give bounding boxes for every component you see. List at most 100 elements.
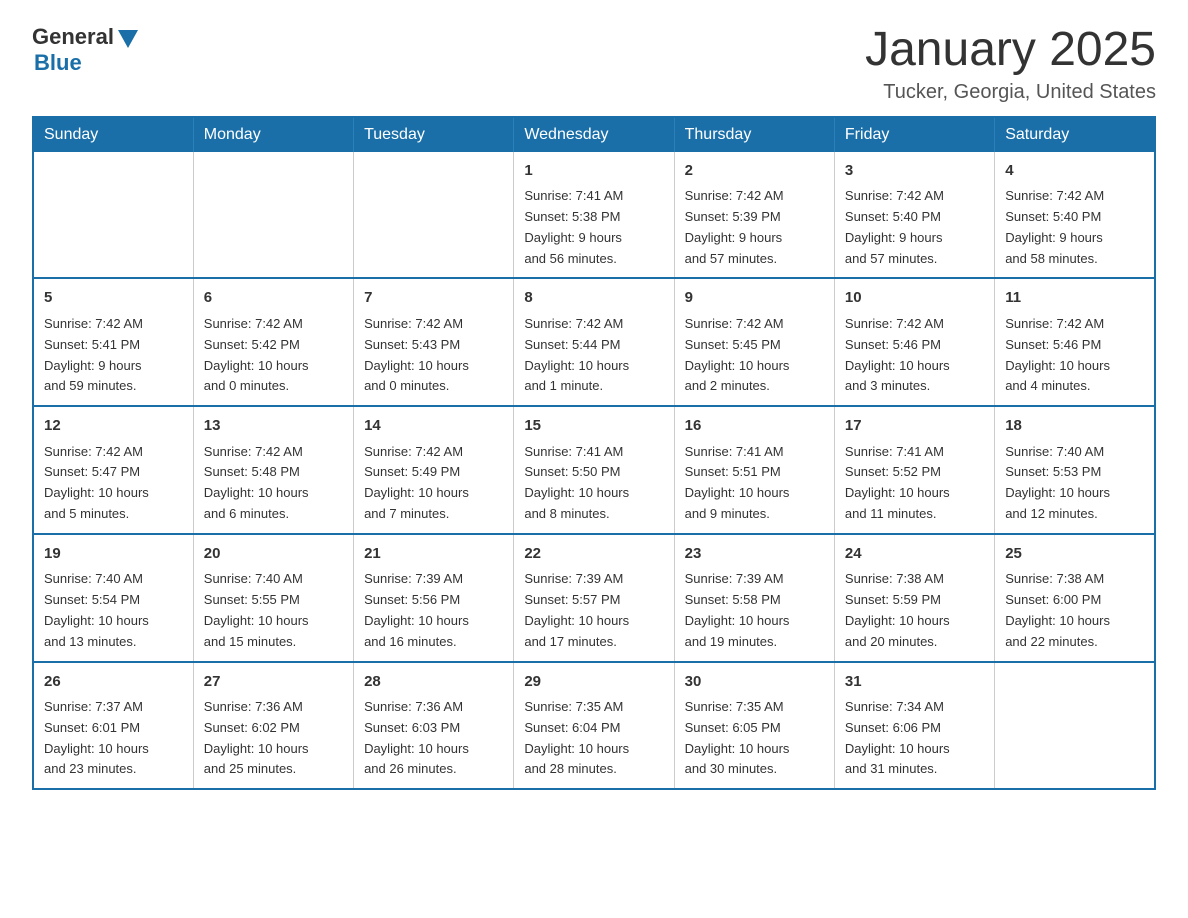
day-number: 9 — [685, 287, 824, 310]
day-info: Sunrise: 7:40 AM Sunset: 5:54 PM Dayligh… — [44, 571, 149, 648]
day-info: Sunrise: 7:42 AM Sunset: 5:46 PM Dayligh… — [845, 316, 950, 393]
day-number: 14 — [364, 415, 503, 438]
calendar-cell: 3 Sunrise: 7:42 AM Sunset: 5:40 PM Daylig… — [834, 152, 994, 279]
calendar-cell: 17Sunrise: 7:41 AM Sunset: 5:52 PM Dayli… — [834, 406, 994, 534]
calendar-cell: 2 Sunrise: 7:42 AM Sunset: 5:39 PM Daylig… — [674, 152, 834, 279]
calendar-cell: 27 Sunrise: 7:36 AM Sunset: 6:02 PM Dayli… — [193, 662, 353, 790]
day-number: 21 — [364, 543, 503, 566]
calendar-cell: 22 Sunrise: 7:39 AM Sunset: 5:57 PM Dayli… — [514, 534, 674, 662]
day-number: 1 — [524, 160, 663, 183]
day-number: 16 — [685, 415, 824, 438]
day-info: Sunrise: 7:38 AM Sunset: 6:00 PM Dayligh… — [1005, 571, 1110, 648]
calendar-week-row: 5 Sunrise: 7:42 AM Sunset: 5:41 PM Daylig… — [33, 278, 1155, 406]
day-number: 12 — [44, 415, 183, 438]
day-info: Sunrise: 7:39 AM Sunset: 5:57 PM Dayligh… — [524, 571, 629, 648]
calendar-cell: 31 Sunrise: 7:34 AM Sunset: 6:06 PM Dayli… — [834, 662, 994, 790]
calendar-cell: 13 Sunrise: 7:42 AM Sunset: 5:48 PM Dayli… — [193, 406, 353, 534]
day-info: Sunrise: 7:42 AM Sunset: 5:49 PM Dayligh… — [364, 444, 469, 521]
day-number: 18 — [1005, 415, 1144, 438]
calendar-week-row: 26Sunrise: 7:37 AM Sunset: 6:01 PM Dayli… — [33, 662, 1155, 790]
day-info: Sunrise: 7:42 AM Sunset: 5:43 PM Dayligh… — [364, 316, 469, 393]
calendar-cell: 28 Sunrise: 7:36 AM Sunset: 6:03 PM Dayli… — [354, 662, 514, 790]
day-info: Sunrise: 7:42 AM Sunset: 5:40 PM Dayligh… — [845, 188, 944, 265]
day-info: Sunrise: 7:42 AM Sunset: 5:44 PM Dayligh… — [524, 316, 629, 393]
day-info: Sunrise: 7:35 AM Sunset: 6:04 PM Dayligh… — [524, 699, 629, 776]
day-info: Sunrise: 7:40 AM Sunset: 5:55 PM Dayligh… — [204, 571, 309, 648]
weekday-header-sunday: Sunday — [33, 117, 193, 152]
day-info: Sunrise: 7:42 AM Sunset: 5:41 PM Dayligh… — [44, 316, 143, 393]
day-number: 23 — [685, 543, 824, 566]
day-number: 27 — [204, 671, 343, 694]
day-number: 25 — [1005, 543, 1144, 566]
logo-triangle-icon — [118, 30, 138, 48]
weekday-header-wednesday: Wednesday — [514, 117, 674, 152]
calendar-cell: 12Sunrise: 7:42 AM Sunset: 5:47 PM Dayli… — [33, 406, 193, 534]
day-number: 24 — [845, 543, 984, 566]
calendar-table: SundayMondayTuesdayWednesdayThursdayFrid… — [32, 116, 1156, 790]
day-number: 3 — [845, 160, 984, 183]
day-number: 22 — [524, 543, 663, 566]
calendar-cell: 30 Sunrise: 7:35 AM Sunset: 6:05 PM Dayli… — [674, 662, 834, 790]
day-info: Sunrise: 7:42 AM Sunset: 5:46 PM Dayligh… — [1005, 316, 1110, 393]
calendar-cell: 14 Sunrise: 7:42 AM Sunset: 5:49 PM Dayli… — [354, 406, 514, 534]
calendar-cell: 5 Sunrise: 7:42 AM Sunset: 5:41 PM Daylig… — [33, 278, 193, 406]
calendar-cell: 10Sunrise: 7:42 AM Sunset: 5:46 PM Dayli… — [834, 278, 994, 406]
day-info: Sunrise: 7:41 AM Sunset: 5:51 PM Dayligh… — [685, 444, 790, 521]
day-number: 20 — [204, 543, 343, 566]
day-number: 8 — [524, 287, 663, 310]
day-info: Sunrise: 7:42 AM Sunset: 5:39 PM Dayligh… — [685, 188, 784, 265]
day-number: 28 — [364, 671, 503, 694]
calendar-cell — [193, 152, 353, 279]
day-number: 19 — [44, 543, 183, 566]
calendar-cell: 11Sunrise: 7:42 AM Sunset: 5:46 PM Dayli… — [995, 278, 1155, 406]
calendar-cell — [995, 662, 1155, 790]
calendar-cell: 21Sunrise: 7:39 AM Sunset: 5:56 PM Dayli… — [354, 534, 514, 662]
day-number: 2 — [685, 160, 824, 183]
calendar-cell: 29 Sunrise: 7:35 AM Sunset: 6:04 PM Dayli… — [514, 662, 674, 790]
calendar-cell: 9 Sunrise: 7:42 AM Sunset: 5:45 PM Daylig… — [674, 278, 834, 406]
day-number: 6 — [204, 287, 343, 310]
title-section: January 2025 Tucker, Georgia, United Sta… — [865, 24, 1156, 104]
calendar-week-row: 1 Sunrise: 7:41 AM Sunset: 5:38 PM Daylig… — [33, 152, 1155, 279]
calendar-week-row: 12Sunrise: 7:42 AM Sunset: 5:47 PM Dayli… — [33, 406, 1155, 534]
day-info: Sunrise: 7:42 AM Sunset: 5:45 PM Dayligh… — [685, 316, 790, 393]
calendar-cell — [354, 152, 514, 279]
day-info: Sunrise: 7:36 AM Sunset: 6:02 PM Dayligh… — [204, 699, 309, 776]
weekday-header-saturday: Saturday — [995, 117, 1155, 152]
calendar-cell: 16 Sunrise: 7:41 AM Sunset: 5:51 PM Dayli… — [674, 406, 834, 534]
day-info: Sunrise: 7:40 AM Sunset: 5:53 PM Dayligh… — [1005, 444, 1110, 521]
day-number: 26 — [44, 671, 183, 694]
day-info: Sunrise: 7:39 AM Sunset: 5:58 PM Dayligh… — [685, 571, 790, 648]
calendar-cell: 23 Sunrise: 7:39 AM Sunset: 5:58 PM Dayli… — [674, 534, 834, 662]
calendar-cell: 4 Sunrise: 7:42 AM Sunset: 5:40 PM Daylig… — [995, 152, 1155, 279]
calendar-cell: 24Sunrise: 7:38 AM Sunset: 5:59 PM Dayli… — [834, 534, 994, 662]
weekday-header-friday: Friday — [834, 117, 994, 152]
day-number: 31 — [845, 671, 984, 694]
day-info: Sunrise: 7:42 AM Sunset: 5:48 PM Dayligh… — [204, 444, 309, 521]
calendar-cell: 1 Sunrise: 7:41 AM Sunset: 5:38 PM Daylig… — [514, 152, 674, 279]
day-info: Sunrise: 7:42 AM Sunset: 5:40 PM Dayligh… — [1005, 188, 1104, 265]
page-header: General Blue January 2025 Tucker, Georgi… — [32, 24, 1156, 104]
day-info: Sunrise: 7:41 AM Sunset: 5:38 PM Dayligh… — [524, 188, 623, 265]
day-info: Sunrise: 7:34 AM Sunset: 6:06 PM Dayligh… — [845, 699, 950, 776]
calendar-cell: 8 Sunrise: 7:42 AM Sunset: 5:44 PM Daylig… — [514, 278, 674, 406]
day-info: Sunrise: 7:42 AM Sunset: 5:42 PM Dayligh… — [204, 316, 309, 393]
location-text: Tucker, Georgia, United States — [865, 81, 1156, 104]
day-number: 29 — [524, 671, 663, 694]
weekday-header-thursday: Thursday — [674, 117, 834, 152]
day-info: Sunrise: 7:41 AM Sunset: 5:50 PM Dayligh… — [524, 444, 629, 521]
day-number: 30 — [685, 671, 824, 694]
day-info: Sunrise: 7:35 AM Sunset: 6:05 PM Dayligh… — [685, 699, 790, 776]
day-info: Sunrise: 7:41 AM Sunset: 5:52 PM Dayligh… — [845, 444, 950, 521]
logo-general-text: General — [32, 24, 114, 50]
day-number: 4 — [1005, 160, 1144, 183]
weekday-header-monday: Monday — [193, 117, 353, 152]
calendar-cell: 15Sunrise: 7:41 AM Sunset: 5:50 PM Dayli… — [514, 406, 674, 534]
day-info: Sunrise: 7:36 AM Sunset: 6:03 PM Dayligh… — [364, 699, 469, 776]
logo-blue-text: Blue — [34, 50, 82, 76]
calendar-cell: 25 Sunrise: 7:38 AM Sunset: 6:00 PM Dayli… — [995, 534, 1155, 662]
day-number: 13 — [204, 415, 343, 438]
calendar-header-row: SundayMondayTuesdayWednesdayThursdayFrid… — [33, 117, 1155, 152]
logo: General Blue — [32, 24, 138, 76]
day-number: 5 — [44, 287, 183, 310]
